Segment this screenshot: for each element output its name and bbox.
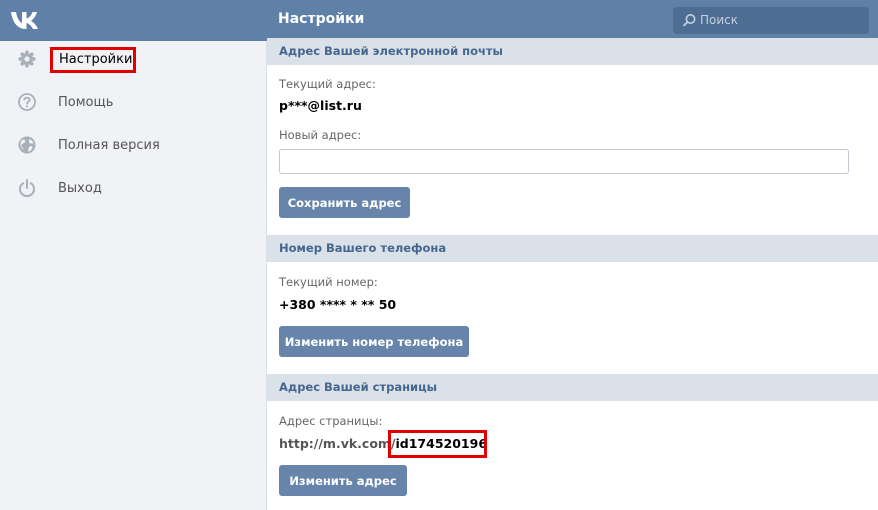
gear-icon — [18, 50, 36, 68]
current-email-value: p***@list.ru — [279, 98, 362, 113]
section-title: Адрес Вашей электронной почты — [279, 44, 503, 58]
sidebar-item-label: Помощь — [58, 95, 114, 110]
section-title: Номер Вашего телефона — [279, 241, 447, 255]
globe-icon — [18, 136, 36, 154]
page-url-prefix: http://m.vk.com/ — [279, 436, 396, 451]
new-email-label: Новый адрес: — [279, 128, 362, 142]
highlight-box — [388, 430, 487, 458]
help-icon — [18, 93, 36, 111]
sidebar-item-help[interactable]: Помощь — [0, 84, 266, 124]
section-title: Адрес Вашей страницы — [279, 380, 438, 394]
vk-logo-icon[interactable] — [8, 6, 42, 34]
power-icon — [19, 179, 35, 197]
search-icon — [683, 14, 696, 27]
search-placeholder: Поиск — [700, 13, 739, 27]
sidebar-item-label: Полная версия — [58, 138, 160, 153]
page-address-section-header: Адрес Вашей страницы — [267, 374, 878, 401]
new-email-field[interactable] — [279, 149, 849, 174]
email-section-header: Адрес Вашей электронной почты — [267, 38, 878, 65]
sidebar: Настройки Помощь Полная версия Выход — [0, 41, 266, 510]
highlight-box — [50, 47, 136, 73]
page-address-label: Адрес страницы: — [279, 414, 383, 428]
page-title: Настройки — [278, 11, 365, 27]
current-phone-value: +380 **** * ** 50 — [279, 297, 397, 312]
phone-section-header: Номер Вашего телефона — [267, 235, 878, 262]
top-bar: Настройки Поиск — [0, 0, 878, 41]
save-email-button[interactable]: Сохранить адрес — [279, 187, 410, 218]
current-email-label: Текущий адрес: — [279, 77, 376, 91]
sidebar-item-full-version[interactable]: Полная версия — [0, 127, 266, 167]
current-phone-label: Текущий номер: — [279, 275, 378, 289]
settings-panel: Адрес Вашей электронной почты Текущий ад… — [266, 38, 878, 510]
search-input[interactable]: Поиск — [673, 7, 869, 34]
change-address-button[interactable]: Изменить адрес — [279, 465, 407, 496]
change-phone-button[interactable]: Изменить номер телефона — [279, 326, 469, 357]
sidebar-item-label: Выход — [58, 181, 102, 196]
sidebar-item-logout[interactable]: Выход — [0, 170, 266, 210]
